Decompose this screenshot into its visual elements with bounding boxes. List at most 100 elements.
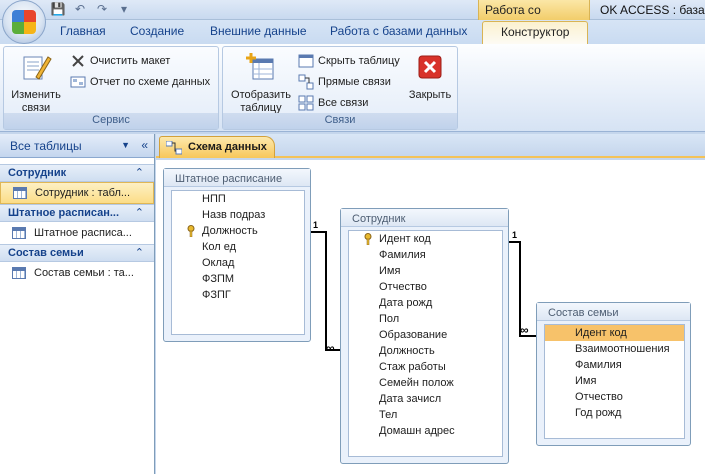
document-tab-bar: Схема данных [156, 134, 705, 158]
clear-layout-icon [72, 55, 84, 67]
hide-table-icon [298, 54, 314, 68]
navigation-pane: Все таблицы ▼ « Сотрудник ⌃ Сотрудник : … [0, 134, 155, 474]
nav-section-sotrudnik[interactable]: Сотрудник ⌃ [0, 164, 154, 182]
table-box-title[interactable]: Состав семьи [537, 303, 690, 321]
field-item[interactable]: Фамилия [545, 357, 684, 373]
field-item[interactable]: Семейн полож [349, 375, 502, 391]
hide-table-label: Скрыть таблицу [318, 55, 400, 67]
quick-access-toolbar: 💾 ↶ ↷ ▾ [50, 2, 132, 16]
table-box-title[interactable]: Сотрудник [341, 209, 508, 227]
save-icon[interactable]: 💾 [50, 2, 66, 16]
document-area: Схема данных 1 ∞ 1 ∞ Штатное расписание … [156, 134, 705, 474]
section-collapse-icon[interactable]: ⌃ [135, 246, 144, 259]
group-service-label: Сервис [4, 113, 218, 129]
field-item[interactable]: Стаж работы [349, 359, 502, 375]
ribbon-tabs: Главная Создание Внешние данные Работа с… [0, 20, 705, 44]
relationships-canvas[interactable]: 1 ∞ 1 ∞ Штатное расписание НПП Назв подр… [156, 160, 705, 474]
direct-relations-icon [298, 74, 314, 90]
ribbon: Изменить связи Очистить макет Отчет по с… [0, 44, 705, 132]
nav-section-title: Штатное расписан... [8, 207, 120, 219]
relation-sotrudnik-sostav[interactable]: 1 ∞ [509, 230, 536, 337]
field-item[interactable]: Дата рожд [349, 295, 502, 311]
title-bar: 💾 ↶ ↷ ▾ Работа со связями OK ACCESS : ба… [0, 0, 705, 31]
field-item[interactable]: Образование [349, 327, 502, 343]
direct-relations-label: Прямые связи [318, 76, 391, 88]
tab-external-data[interactable]: Внешние данные [210, 24, 307, 38]
table-icon [12, 267, 26, 279]
key-icon [364, 233, 372, 245]
office-button[interactable] [2, 0, 46, 44]
tab-designer[interactable]: Конструктор [482, 21, 589, 44]
field-item[interactable]: НПП [172, 191, 304, 207]
nav-header[interactable]: Все таблицы ▼ « [0, 134, 154, 158]
relationship-report-label: Отчет по схеме данных [90, 76, 211, 88]
field-item[interactable]: Фамилия [349, 247, 502, 263]
field-item[interactable]: Отчество [349, 279, 502, 295]
table-box-title[interactable]: Штатное расписание [164, 169, 310, 187]
nav-section-title: Состав семьи [8, 247, 84, 259]
field-item[interactable]: Кол ед [172, 239, 304, 255]
show-table-button[interactable]: Отобразить таблицу [227, 51, 295, 115]
field-list: Идент код Фамилия Имя Отчество Дата рожд… [348, 230, 503, 457]
undo-icon[interactable]: ↶ [72, 2, 88, 16]
nav-section-shtat[interactable]: Штатное расписан... ⌃ [0, 204, 154, 222]
close-button[interactable]: Закрыть [405, 51, 455, 102]
nav-collapse-icon[interactable]: « [141, 138, 148, 152]
field-item[interactable]: Дата зачисл [349, 391, 502, 407]
field-item[interactable]: Оклад [172, 255, 304, 271]
relation-shtat-sotrudnik[interactable]: 1 ∞ [306, 220, 340, 355]
section-collapse-icon[interactable]: ⌃ [135, 206, 144, 219]
nav-item-sostav-table[interactable]: Состав семьи : та... [0, 262, 154, 284]
field-item[interactable]: Тел [349, 407, 502, 423]
field-item[interactable]: Год рожд [545, 405, 684, 421]
field-item[interactable]: ФЗПГ [172, 287, 304, 303]
field-item[interactable]: Взаимоотношения [545, 341, 684, 357]
relation-many-label: ∞ [326, 341, 335, 355]
customize-qat-icon[interactable]: ▾ [116, 2, 132, 16]
all-relations-label: Все связи [318, 97, 369, 109]
nav-item-label: Сотрудник : табл... [35, 187, 131, 199]
field-item-key[interactable]: Идент код [349, 231, 502, 247]
clear-layout-button[interactable]: Очистить макет [70, 52, 170, 70]
nav-item-sotrudnik-table[interactable]: Сотрудник : табл... [0, 182, 154, 204]
hide-table-button[interactable]: Скрыть таблицу [298, 52, 400, 70]
field-item[interactable]: Пол [349, 311, 502, 327]
tab-relationships[interactable]: Схема данных [159, 136, 275, 158]
field-item[interactable]: Идент код [545, 325, 684, 341]
table-box-shtat[interactable]: Штатное расписание НПП Назв подраз Должн… [163, 168, 311, 342]
field-item[interactable]: Назв подраз [172, 207, 304, 223]
section-collapse-icon[interactable]: ⌃ [135, 166, 144, 179]
all-relations-button[interactable]: Все связи [298, 94, 368, 112]
close-label: Закрыть [408, 89, 452, 101]
relation-many-label: ∞ [520, 323, 529, 337]
office-logo-icon [12, 10, 36, 34]
tab-create[interactable]: Создание [130, 24, 184, 38]
field-item[interactable]: Имя [545, 373, 684, 389]
nav-item-shtat-table[interactable]: Штатное расписа... [0, 222, 154, 244]
all-relations-icon [298, 95, 314, 111]
field-list: НПП Назв подраз Должность Кол ед Оклад Ф… [171, 190, 305, 335]
tab-relationships-label: Схема данных [188, 141, 267, 153]
field-item[interactable]: Должность [349, 343, 502, 359]
edit-relations-label: Изменить связи [11, 89, 61, 114]
field-item[interactable]: Отчество [545, 389, 684, 405]
table-box-sostav[interactable]: Состав семьи Идент код Взаимоотношения Ф… [536, 302, 691, 446]
field-item[interactable]: ФЗПМ [172, 271, 304, 287]
redo-icon[interactable]: ↷ [94, 2, 110, 16]
direct-relations-button[interactable]: Прямые связи [298, 73, 391, 91]
nav-section-sostav[interactable]: Состав семьи ⌃ [0, 244, 154, 262]
context-tab-group: Работа со связями [478, 0, 590, 31]
tab-database-tools[interactable]: Работа с базами данных [330, 24, 467, 38]
relationship-report-button[interactable]: Отчет по схеме данных [70, 73, 210, 91]
field-item[interactable]: Домашн адрес [349, 423, 502, 439]
nav-dropdown-icon[interactable]: ▼ [121, 140, 130, 150]
edit-relations-button[interactable]: Изменить связи [8, 51, 64, 115]
relation-one-label: 1 [512, 230, 517, 240]
table-icon [12, 227, 26, 239]
app-title: OK ACCESS : база д [600, 3, 705, 17]
nav-header-label: Все таблицы [10, 138, 82, 153]
tab-home[interactable]: Главная [60, 24, 106, 38]
field-item-key[interactable]: Должность [172, 223, 304, 239]
field-item[interactable]: Имя [349, 263, 502, 279]
table-box-sotrudnik[interactable]: Сотрудник Идент код Фамилия Имя Отчество… [340, 208, 509, 464]
